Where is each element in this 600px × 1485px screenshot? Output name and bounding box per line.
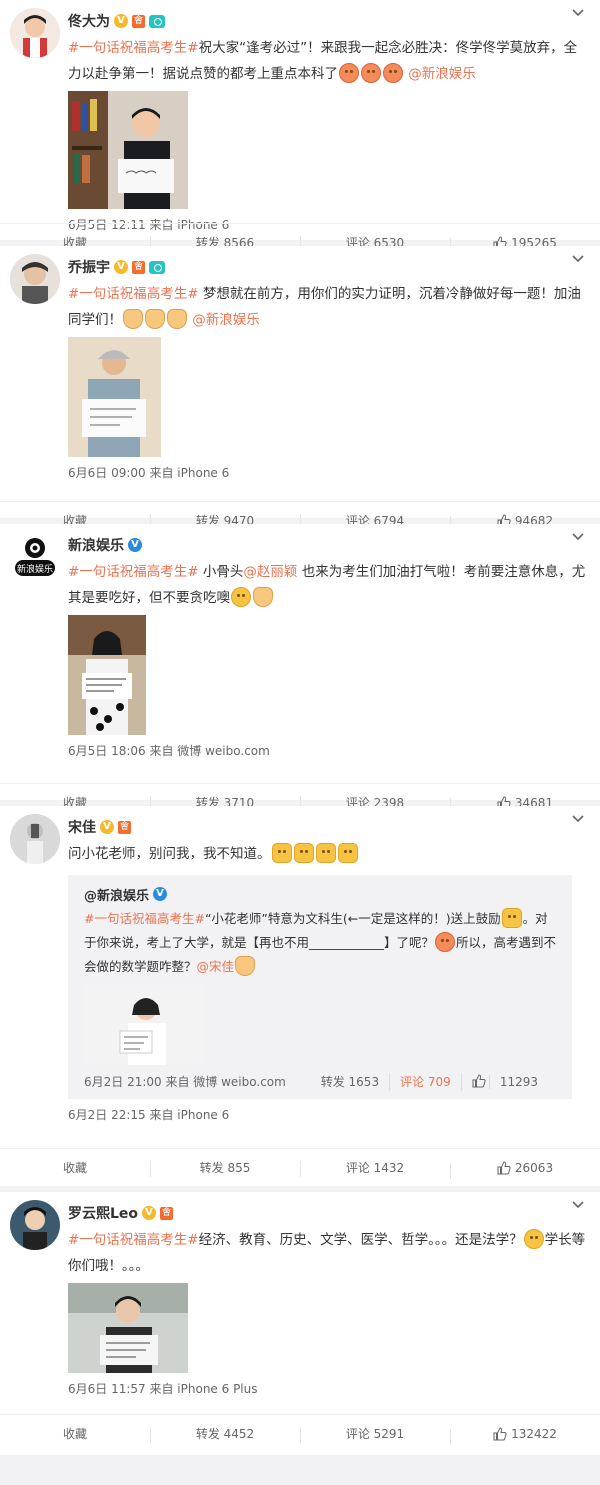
thumbs-up-icon: [497, 1160, 511, 1174]
repost-author[interactable]: @新浪娱乐: [84, 885, 149, 904]
verified-icon: V: [128, 538, 142, 552]
post-text: #一句话祝福高考生#祝大家“逢考必过”！来跟我一起念必胜决：佟学佟学莫放弃，全力…: [68, 40, 578, 83]
post-meta: 6月5日 18:06 来自 微博 weibo.com: [68, 744, 270, 758]
like-button[interactable]: 132422: [450, 1426, 600, 1445]
mention-link[interactable]: @新浪娱乐: [408, 66, 476, 82]
thinking-emoji-icon: [231, 587, 251, 607]
thinking-emoji-icon: [523, 1229, 544, 1249]
user-name[interactable]: 乔振宇: [68, 257, 110, 277]
post-card: 乔振宇 V 會 #一句话祝福高考生# 梦想就在前方，用你们的实力证明，沉着冷静做…: [0, 246, 600, 532]
user-name[interactable]: 宋佳: [68, 817, 96, 837]
thumbs-up-emoji-icon: [145, 309, 165, 329]
post-card: 佟大为 V 會 #一句话祝福高考生#祝大家“逢考必过”！来跟我一起念必胜决：佟学…: [0, 0, 600, 254]
user-name[interactable]: 佟大为: [68, 11, 110, 31]
camera-icon: [149, 260, 166, 274]
mention-link[interactable]: @新浪娱乐: [192, 312, 260, 328]
cat-emoji-icon: [501, 908, 522, 928]
repost-button[interactable]: 转发 4452: [150, 1425, 300, 1443]
thumbs-up-emoji-icon: [167, 309, 187, 329]
post-card: 宋佳 V 會 问小花老师，别问我，我不知道。 @新浪娱乐 V #一句话祝福高考生#…: [0, 806, 600, 1186]
repost-meta: 6月2日 21:00 来自 微博 weibo.com: [84, 1075, 286, 1089]
post-image[interactable]: [68, 1283, 188, 1373]
thumbs-up-icon: [472, 1074, 486, 1088]
clap-hand-icon: [235, 956, 256, 976]
thumbs-up-emoji-icon: [123, 309, 143, 329]
post-image[interactable]: [68, 337, 161, 457]
topic-tag[interactable]: #一句话祝福高考生#: [68, 1232, 199, 1248]
mention-link[interactable]: @赵丽颖: [243, 564, 297, 580]
comment-button[interactable]: 评论 1432: [300, 1159, 450, 1177]
post-meta: 6月6日 09:00 来自 iPhone 6: [68, 466, 230, 480]
action-bar: 收藏 转发 855 评论 1432 26063: [0, 1148, 600, 1186]
verified-icon: V: [114, 14, 128, 28]
vip-icon: 會: [132, 14, 146, 28]
repost-repost-count[interactable]: 转发 1653: [311, 1073, 389, 1091]
topic-tag[interactable]: #一句话祝福高考生#: [68, 286, 199, 302]
repost-text: #一句话祝福高考生#“小花老师”特意为文科生(←一定是这样的！)送上鼓励 。对于你…: [84, 907, 558, 979]
like-button[interactable]: 26063: [450, 1160, 600, 1179]
verified-icon: V: [100, 820, 114, 834]
victory-hand-icon: [253, 587, 273, 607]
post-card: 新浪娱乐 新浪娱乐 V #一句话祝福高考生# 小骨头@赵丽颖 也来为考生们加油打…: [0, 524, 600, 814]
repost-comment-count[interactable]: 评论 709: [389, 1073, 461, 1091]
laugh-emoji-icon: [435, 932, 456, 952]
mention-link[interactable]: @宋佳: [197, 959, 235, 974]
post-meta: 6月2日 22:15 来自 iPhone 6: [68, 1108, 230, 1122]
verified-icon: V: [142, 1206, 157, 1220]
verified-icon: V: [153, 887, 168, 901]
post-text: #一句话祝福高考生#经济、教育、历史、文学、医学、哲学。。。还是法学？ 学长等你们…: [68, 1227, 588, 1279]
topic-tag[interactable]: #一句话祝福高考生#: [68, 564, 199, 580]
post-meta: 6月6日 11:57 来自 iPhone 6 Plus: [68, 1382, 258, 1396]
post-image[interactable]: [68, 91, 188, 209]
cat-emoji-icon: [337, 843, 358, 863]
action-bar: 收藏 转发 4452 评论 5291 132422: [0, 1414, 600, 1452]
vip-icon: 會: [132, 260, 146, 274]
post-text: #一句话祝福高考生# 梦想就在前方，用你们的实力证明，沉着冷静做好每一题！加油同…: [68, 286, 581, 329]
topic-tag[interactable]: #一句话祝福高考生#: [84, 911, 205, 926]
favorite-button[interactable]: 收藏: [0, 1425, 150, 1442]
topic-tag[interactable]: #一句话祝福高考生#: [68, 40, 199, 56]
cat-emoji-icon: [271, 843, 292, 863]
reposted-weibo[interactable]: @新浪娱乐 V #一句话祝福高考生#“小花老师”特意为文科生(←一定是这样的！)送…: [68, 875, 572, 1099]
post-card: 罗云熙Leo V 會 #一句话祝福高考生#经济、教育、历史、文学、医学、哲学。。…: [0, 1192, 600, 1455]
post-text: #一句话祝福高考生# 小骨头@赵丽颖 也来为考生们加油打气啦！考前要注意休息，尤…: [68, 564, 586, 607]
fist-emoji-icon: [383, 63, 403, 83]
verified-icon: V: [114, 260, 128, 274]
camera-icon: [149, 14, 166, 28]
post-text: 问小花老师，别问我，我不知道。: [68, 841, 586, 867]
vip-icon: 會: [118, 820, 132, 834]
repost-button[interactable]: 转发 855: [150, 1159, 300, 1177]
vip-icon: 會: [160, 1206, 174, 1220]
cat-emoji-icon: [293, 843, 314, 863]
comment-button[interactable]: 评论 5291: [300, 1425, 450, 1443]
thumbs-up-icon: [493, 1426, 507, 1440]
repost-image[interactable]: [84, 985, 204, 1065]
repost-like-count[interactable]: 11293: [460, 1073, 558, 1091]
favorite-button[interactable]: 收藏: [0, 1159, 150, 1176]
fist-emoji-icon: [339, 63, 359, 83]
post-image[interactable]: [68, 615, 146, 735]
user-name[interactable]: 新浪娱乐: [68, 535, 124, 555]
user-name[interactable]: 罗云熙Leo: [68, 1203, 138, 1223]
cat-emoji-icon: [315, 843, 336, 863]
fist-emoji-icon: [361, 63, 381, 83]
